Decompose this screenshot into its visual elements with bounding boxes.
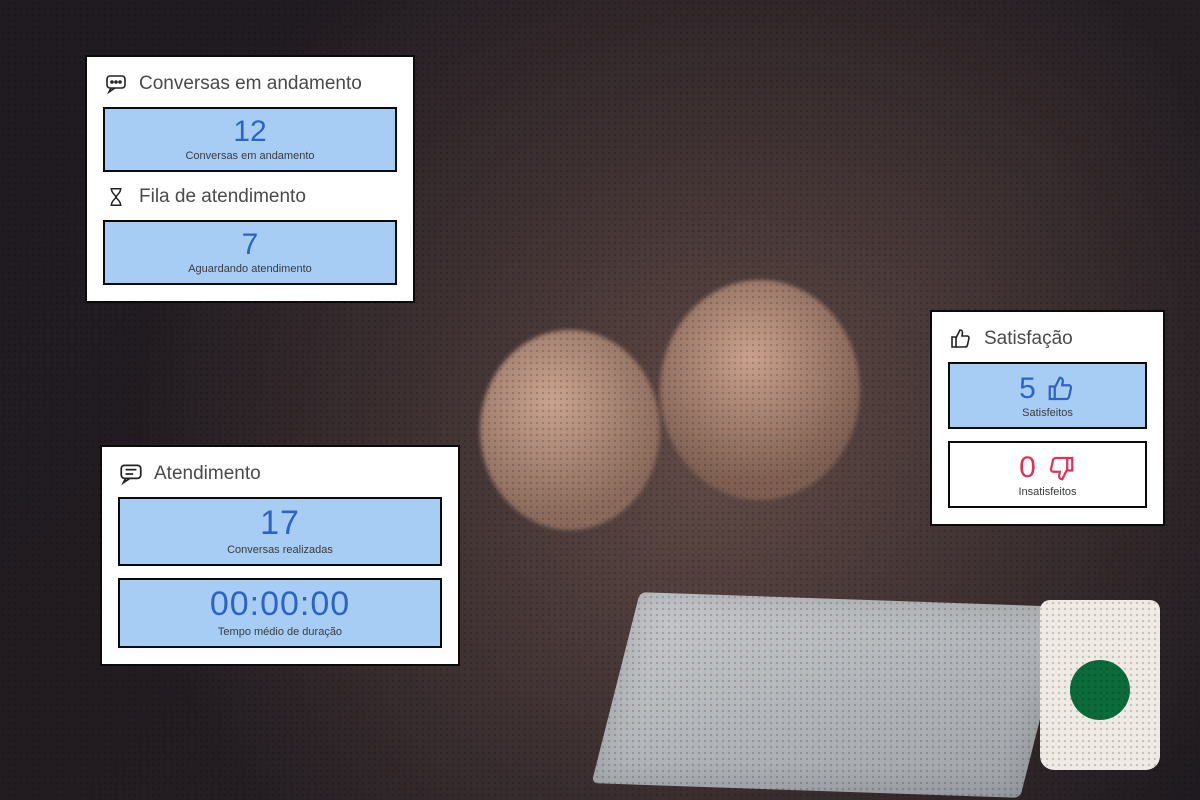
card-title: Atendimento bbox=[154, 463, 261, 485]
metric-value: 00:00:00 bbox=[128, 586, 432, 623]
card-title: Conversas em andamento bbox=[139, 73, 362, 95]
card-title: Satisfação bbox=[984, 328, 1073, 350]
metric-tempo-medio: 00:00:00 Tempo médio de duração bbox=[118, 578, 442, 647]
card-header-fila: Fila de atendimento bbox=[103, 184, 397, 210]
card-atendimento: Atendimento 17 Conversas realizadas 00:0… bbox=[100, 445, 460, 666]
thumbs-down-icon bbox=[1046, 453, 1076, 483]
card-satisfacao: Satisfação 5 Satisfeitos 0 bbox=[930, 310, 1165, 526]
metric-label: Conversas em andamento bbox=[113, 150, 387, 162]
metric-label: Insatisfeitos bbox=[958, 486, 1137, 498]
metric-label: Tempo médio de duração bbox=[128, 626, 432, 638]
metric-label: Aguardando atendimento bbox=[113, 263, 387, 275]
metric-number: 0 bbox=[1019, 451, 1036, 484]
metric-value: 12 bbox=[113, 115, 387, 148]
metric-label: Conversas realizadas bbox=[128, 544, 432, 556]
thumbs-up-icon bbox=[948, 326, 974, 352]
metric-value: 0 bbox=[958, 451, 1137, 484]
metric-satisfeitos: 5 Satisfeitos bbox=[948, 362, 1147, 429]
metric-value: 5 bbox=[958, 372, 1137, 405]
bg-shape bbox=[660, 280, 860, 500]
card-conversas: Conversas em andamento 12 Conversas em a… bbox=[85, 55, 415, 303]
card-header-conversas: Conversas em andamento bbox=[103, 71, 397, 97]
card-header-atendimento: Atendimento bbox=[118, 461, 442, 487]
metric-insatisfeitos: 0 Insatisfeitos bbox=[948, 441, 1147, 508]
chat-bubble-icon bbox=[103, 71, 129, 97]
chat-lines-icon bbox=[118, 461, 144, 487]
bg-shape bbox=[480, 330, 660, 530]
dashboard-hero: Conversas em andamento 12 Conversas em a… bbox=[0, 0, 1200, 800]
card-title: Fila de atendimento bbox=[139, 186, 306, 208]
bg-laptop bbox=[592, 592, 1069, 798]
metric-conversas-andamento: 12 Conversas em andamento bbox=[103, 107, 397, 172]
metric-value: 7 bbox=[113, 228, 387, 261]
metric-fila-atendimento: 7 Aguardando atendimento bbox=[103, 220, 397, 285]
metric-number: 5 bbox=[1019, 372, 1036, 405]
metric-value: 17 bbox=[128, 505, 432, 542]
thumbs-up-icon bbox=[1046, 374, 1076, 404]
bg-coffee-cup bbox=[1040, 600, 1160, 770]
hourglass-icon bbox=[103, 184, 129, 210]
card-header-satisfacao: Satisfação bbox=[948, 326, 1147, 352]
metric-conversas-realizadas: 17 Conversas realizadas bbox=[118, 497, 442, 566]
metric-label: Satisfeitos bbox=[958, 407, 1137, 419]
